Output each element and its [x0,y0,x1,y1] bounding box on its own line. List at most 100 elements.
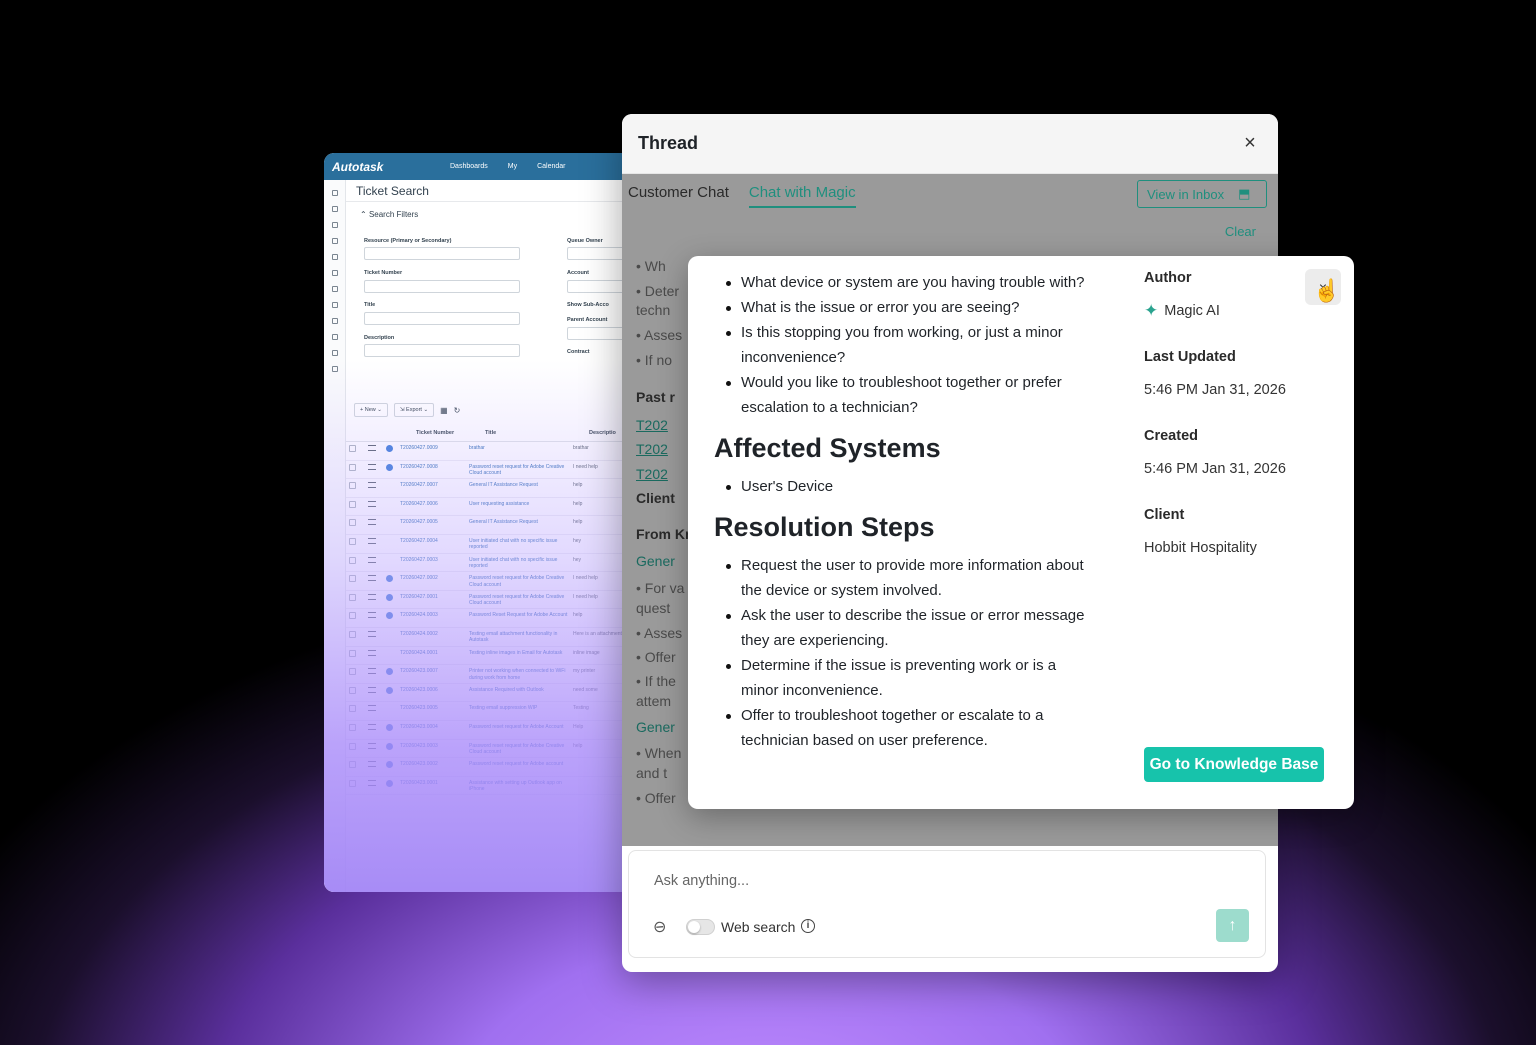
table-row[interactable]: T20260427.0003 User initiated chat with n… [346,554,654,573]
table-row[interactable]: T20260423.0001 Assistance with setting up… [346,777,654,796]
refresh-icon[interactable]: ↻ [454,406,461,415]
web-search-toggle[interactable] [686,919,715,935]
new-button[interactable]: + New ⌄ [354,403,388,417]
table-row[interactable]: T20260427.0002 Password reset request for… [346,572,654,591]
row-menu-icon[interactable] [368,705,376,712]
background-chat-text[interactable]: T202 [636,417,668,433]
show-sub-checkbox[interactable]: Show Sub-Acco [567,302,609,308]
ticket-title-cell[interactable]: General IT Assistance Request [469,482,573,489]
ticket-title-cell[interactable]: Testing email suppression WIP [469,705,573,712]
ticket-title-cell[interactable]: Password reset request for Adobe Creativ… [469,575,573,588]
menu-calendar[interactable]: Calendar [537,163,565,170]
background-chat-text[interactable]: Gener [636,553,675,569]
col-ticket-number[interactable]: Ticket Number [416,430,485,436]
table-row[interactable]: T20260427.0007 General IT Assistance Requ… [346,479,654,498]
col-description[interactable]: Descriptio [589,430,616,436]
ticket-title-cell[interactable]: General IT Assistance Request [469,519,573,526]
row-menu-icon[interactable] [368,445,376,451]
ticket-number-cell[interactable]: T20260423.0002 [400,761,469,767]
row-checkbox[interactable] [349,761,356,769]
paperclip-icon[interactable]: ⊘ [648,915,671,939]
row-checkbox[interactable] [349,445,356,452]
ticket-title-cell[interactable]: Testing email attachment functionality i… [469,631,573,644]
row-menu-icon[interactable] [368,761,376,768]
ticket-number-cell[interactable]: T20260427.0003 [400,557,469,563]
ticket-title-cell[interactable]: User requesting assistance [469,501,573,508]
nav-icon[interactable] [331,270,338,276]
account-input[interactable] [567,280,627,293]
ticket-title-cell[interactable]: User initiated chat with no specific iss… [469,557,573,570]
ticket-number-cell[interactable]: T20260427.0008 [400,464,469,470]
ticket-number-cell[interactable]: T20260427.0005 [400,519,469,525]
ticket-number-cell[interactable]: T20260423.0006 [400,687,469,693]
background-chat-text[interactable]: T202 [636,466,668,482]
ticket-number-cell[interactable]: T20260427.0004 [400,538,469,544]
ticket-number-cell[interactable]: T20260427.0007 [400,482,469,488]
ticket-title-cell[interactable]: Password reset request for Adobe Account [469,724,573,731]
row-checkbox[interactable] [349,593,356,601]
row-menu-icon[interactable] [368,556,376,563]
title-input[interactable] [364,312,520,325]
row-menu-icon[interactable] [368,723,376,730]
row-menu-icon[interactable] [368,500,376,507]
ticket-number-cell[interactable]: T20260424.0001 [400,650,469,656]
row-checkbox[interactable] [349,649,356,657]
ticket-number-cell[interactable]: T20260423.0003 [400,743,469,749]
ticket-title-cell[interactable]: Testing inline images in Email for Autot… [469,650,573,657]
row-checkbox[interactable] [349,537,356,545]
row-checkbox[interactable] [349,463,356,471]
table-row[interactable]: T20260427.0009 brathar brathar [346,442,654,461]
ticket-number-cell[interactable]: T20260427.0002 [400,575,469,581]
nav-icon[interactable] [331,302,338,308]
col-title[interactable]: Title [485,430,589,436]
ticket-number-cell[interactable]: T20260423.0001 [400,780,469,786]
tab-chat-with-magic[interactable]: Chat with Magic [748,184,856,208]
ticket-title-cell[interactable]: Printer not working when connected to Wi… [469,668,573,681]
row-checkbox[interactable] [349,612,356,620]
table-row[interactable]: T20260423.0003 Password reset request for… [346,740,654,759]
table-row[interactable]: T20260423.0006 Assistance Required with O… [346,684,654,703]
table-row[interactable]: T20260424.0003 Password Reset Request for… [346,609,654,628]
ticket-title-cell[interactable]: Password reset request for Adobe Creativ… [469,743,573,756]
table-row[interactable]: T20260427.0004 User initiated chat with n… [346,535,654,554]
row-menu-icon[interactable] [368,575,376,582]
row-checkbox[interactable] [349,482,356,490]
table-row[interactable]: T20260427.0005 General IT Assistance Requ… [346,516,654,535]
table-row[interactable]: T20260423.0005 Testing email suppression … [346,702,654,721]
ticket-title-cell[interactable]: Assistance Required with Outlook [469,687,573,694]
row-menu-icon[interactable] [368,593,376,600]
ticket-title-cell[interactable]: Password reset request for Adobe account [469,761,573,768]
background-chat-text[interactable]: Gener [636,719,675,735]
table-row[interactable]: T20260427.0006 User requesting assistance… [346,498,654,517]
nav-icon[interactable] [331,366,338,372]
grid-icon[interactable]: ▦ [440,406,448,415]
row-menu-icon[interactable] [368,668,376,675]
nav-icon[interactable] [331,350,338,356]
row-checkbox[interactable] [349,742,356,750]
row-checkbox[interactable] [349,630,356,638]
go-to-knowledge-base-button[interactable]: Go to Knowledge Base [1144,747,1324,782]
row-menu-icon[interactable] [368,686,376,693]
table-row[interactable]: T20260427.0001 Password reset request for… [346,591,654,610]
nav-icon[interactable] [331,318,338,324]
view-in-inbox-button[interactable]: View in Inbox ⬒ [1137,180,1267,208]
clear-button[interactable]: Clear [1225,224,1256,239]
row-menu-icon[interactable] [368,537,376,544]
row-checkbox[interactable] [349,500,356,508]
close-icon[interactable]: × [1238,132,1262,155]
row-menu-icon[interactable] [368,779,376,786]
ticket-title-cell[interactable]: User initiated chat with no specific iss… [469,538,573,551]
row-menu-icon[interactable] [368,612,376,619]
menu-dashboards[interactable]: Dashboards [450,163,488,170]
nav-icon[interactable] [331,190,338,196]
ticket-number-cell[interactable]: T20260423.0007 [400,668,469,674]
row-checkbox[interactable] [349,519,356,527]
ticket-title-cell[interactable]: Assistance with setting up Outlook app o… [469,780,573,793]
ticket-number-cell[interactable]: T20260424.0003 [400,612,469,618]
ticket-number-cell[interactable]: T20260427.0009 [400,445,469,451]
description-input[interactable] [364,344,520,357]
row-menu-icon[interactable] [368,630,376,637]
background-chat-text[interactable]: T202 [636,441,668,457]
table-row[interactable]: T20260424.0001 Testing inline images in E… [346,647,654,666]
ticket-title-cell[interactable]: Password Reset Request for Adobe Account [469,612,573,619]
